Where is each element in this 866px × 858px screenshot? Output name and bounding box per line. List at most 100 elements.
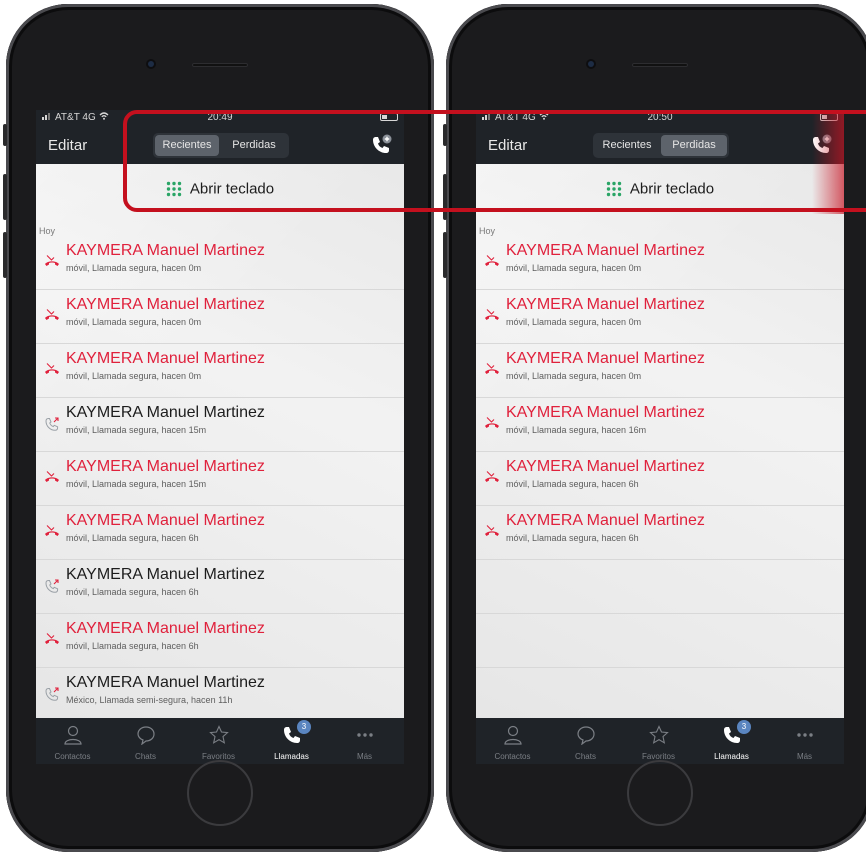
edit-button[interactable]: Editar bbox=[48, 137, 87, 154]
caller-name: KAYMERA Manuel Martinez bbox=[506, 512, 705, 529]
star-icon bbox=[648, 725, 669, 744]
caller-name: KAYMERA Manuel Martinez bbox=[66, 404, 265, 421]
outgoing-call-icon bbox=[44, 686, 60, 702]
caller-name: KAYMERA Manuel Martinez bbox=[66, 620, 265, 637]
tab-bar: Contactos Chats Favoritos 3 Llamadas Más bbox=[476, 718, 844, 764]
caller-name: KAYMERA Manuel Martinez bbox=[506, 242, 705, 259]
call-detail: móvil, Llamada segura, hacen 0m bbox=[506, 371, 642, 381]
home-button[interactable] bbox=[187, 760, 253, 826]
tab-label-llamadas: Llamadas bbox=[274, 752, 309, 761]
empty-row bbox=[476, 614, 844, 668]
call-detail: móvil, Llamada segura, hacen 0m bbox=[66, 317, 202, 327]
caller-name: KAYMERA Manuel Martinez bbox=[506, 458, 705, 475]
call-row[interactable]: KAYMERA Manuel Martinez móvil, Llamada se… bbox=[36, 452, 404, 506]
call-detail: móvil, Llamada segura, hacen 16m bbox=[506, 425, 647, 435]
caller-name: KAYMERA Manuel Martinez bbox=[506, 296, 705, 313]
call-detail: móvil, Llamada segura, hacen 6h bbox=[506, 533, 639, 543]
caller-name: KAYMERA Manuel Martinez bbox=[66, 458, 265, 475]
missed-call-icon bbox=[484, 416, 500, 432]
call-row[interactable]: KAYMERA Manuel Martinez móvil, Llamada se… bbox=[36, 560, 404, 614]
missed-call-icon bbox=[484, 308, 500, 324]
call-row[interactable]: KAYMERA Manuel Martinez móvil, Llamada se… bbox=[476, 344, 844, 398]
front-camera bbox=[588, 61, 594, 67]
caller-name: KAYMERA Manuel Martinez bbox=[66, 242, 265, 259]
call-detail: móvil, Llamada segura, hacen 6h bbox=[66, 533, 199, 543]
missed-call-icon bbox=[484, 470, 500, 486]
call-row[interactable]: KAYMERA Manuel Martinez móvil, Llamada se… bbox=[476, 506, 844, 560]
call-row[interactable]: KAYMERA Manuel Martinez México, Llamada s… bbox=[36, 668, 404, 722]
tab-chats[interactable]: Chats bbox=[109, 718, 182, 764]
caller-name: KAYMERA Manuel Martinez bbox=[66, 296, 265, 313]
tab-label-mas: Más bbox=[356, 752, 373, 761]
empty-row bbox=[476, 560, 844, 614]
call-row[interactable]: KAYMERA Manuel Martinez móvil, Llamada se… bbox=[476, 290, 844, 344]
call-detail: móvil, Llamada segura, hacen 0m bbox=[506, 317, 642, 327]
call-list: KAYMERA Manuel Martinez móvil, Llamada se… bbox=[36, 236, 404, 722]
caller-name: KAYMERA Manuel Martinez bbox=[66, 350, 265, 367]
chat-bubble-icon bbox=[576, 726, 595, 745]
call-row[interactable]: KAYMERA Manuel Martinez móvil, Llamada se… bbox=[476, 398, 844, 452]
section-header-today: Hoy bbox=[39, 226, 56, 236]
missed-call-icon bbox=[484, 362, 500, 378]
calls-badge: 3 bbox=[737, 720, 751, 734]
call-detail: móvil, Llamada segura, hacen 0m bbox=[66, 263, 202, 273]
tab-favoritos[interactable]: Favoritos bbox=[182, 718, 255, 764]
volume-up-button bbox=[3, 174, 7, 220]
caller-name: KAYMERA Manuel Martinez bbox=[66, 512, 265, 529]
call-detail: móvil, Llamada segura, hacen 15m bbox=[66, 425, 207, 435]
call-list: KAYMERA Manuel Martinez móvil, Llamada se… bbox=[476, 236, 844, 722]
call-detail: móvil, Llamada segura, hacen 0m bbox=[506, 263, 642, 273]
call-detail: móvil, Llamada segura, hacen 6h bbox=[66, 587, 199, 597]
tab-mas[interactable]: Más bbox=[328, 718, 401, 764]
chat-bubble-icon bbox=[136, 726, 155, 745]
tab-label-mas: Más bbox=[796, 752, 813, 761]
volume-down-button bbox=[443, 232, 447, 278]
call-row[interactable]: KAYMERA Manuel Martinez móvil, Llamada se… bbox=[36, 398, 404, 452]
front-camera bbox=[148, 61, 154, 67]
missed-call-icon bbox=[44, 362, 60, 378]
missed-call-icon bbox=[44, 524, 60, 540]
home-button[interactable] bbox=[627, 760, 693, 826]
call-detail: México, Llamada semi-segura, hacen 11h bbox=[66, 695, 233, 705]
tab-contactos[interactable]: Contactos bbox=[36, 718, 109, 764]
caller-name: KAYMERA Manuel Martinez bbox=[66, 566, 265, 583]
tab-llamadas[interactable]: 3 Llamadas bbox=[695, 718, 768, 764]
highlight-frame bbox=[123, 110, 866, 212]
call-row[interactable]: KAYMERA Manuel Martinez móvil, Llamada se… bbox=[36, 290, 404, 344]
tab-label-contactos: Contactos bbox=[494, 752, 531, 761]
tab-llamadas[interactable]: 3 Llamadas bbox=[255, 718, 328, 764]
outgoing-call-icon bbox=[44, 416, 60, 432]
tab-label-llamadas: Llamadas bbox=[714, 752, 749, 761]
calls-badge: 3 bbox=[297, 720, 311, 734]
call-detail: móvil, Llamada segura, hacen 6h bbox=[506, 479, 639, 489]
tab-chats[interactable]: Chats bbox=[549, 718, 622, 764]
earpiece-speaker bbox=[192, 63, 248, 67]
section-header-today: Hoy bbox=[479, 226, 496, 236]
caller-name: KAYMERA Manuel Martinez bbox=[66, 674, 265, 691]
tab-label-chats: Chats bbox=[575, 752, 596, 761]
tab-mas[interactable]: Más bbox=[768, 718, 841, 764]
outgoing-call-icon bbox=[44, 578, 60, 594]
contacts-icon bbox=[63, 725, 82, 745]
star-icon bbox=[208, 725, 229, 744]
call-detail: móvil, Llamada segura, hacen 6h bbox=[66, 641, 199, 651]
tab-label-contactos: Contactos bbox=[54, 752, 91, 761]
missed-call-icon bbox=[44, 470, 60, 486]
caller-name: KAYMERA Manuel Martinez bbox=[506, 350, 705, 367]
call-row[interactable]: KAYMERA Manuel Martinez móvil, Llamada se… bbox=[36, 506, 404, 560]
tab-contactos[interactable]: Contactos bbox=[476, 718, 549, 764]
call-detail: móvil, Llamada segura, hacen 15m bbox=[66, 479, 207, 489]
contacts-icon bbox=[503, 725, 522, 745]
missed-call-icon bbox=[44, 632, 60, 648]
call-row[interactable]: KAYMERA Manuel Martinez móvil, Llamada se… bbox=[476, 236, 844, 290]
more-dots-icon bbox=[796, 733, 813, 737]
call-detail: móvil, Llamada segura, hacen 0m bbox=[66, 371, 202, 381]
earpiece-speaker bbox=[632, 63, 688, 67]
call-row[interactable]: KAYMERA Manuel Martinez móvil, Llamada se… bbox=[36, 236, 404, 290]
mute-switch bbox=[3, 124, 7, 146]
tab-label-chats: Chats bbox=[135, 752, 156, 761]
tab-favoritos[interactable]: Favoritos bbox=[622, 718, 695, 764]
call-row[interactable]: KAYMERA Manuel Martinez móvil, Llamada se… bbox=[36, 614, 404, 668]
call-row[interactable]: KAYMERA Manuel Martinez móvil, Llamada se… bbox=[36, 344, 404, 398]
call-row[interactable]: KAYMERA Manuel Martinez móvil, Llamada se… bbox=[476, 452, 844, 506]
